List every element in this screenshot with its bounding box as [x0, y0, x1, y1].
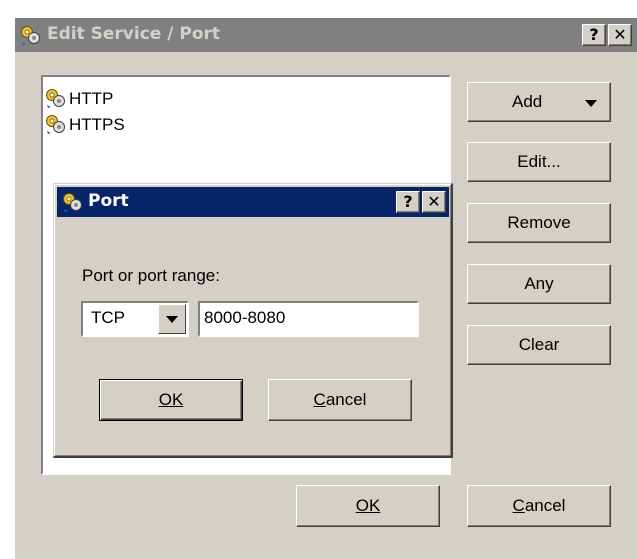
close-icon: ✕ [427, 192, 441, 211]
edit-service-port-window: Edit Service / Port ? ✕ HTTP HTTPS Add E… [15, 18, 637, 559]
port-range-input[interactable]: 8000-8080 [198, 301, 419, 337]
ok-button[interactable]: OK [296, 485, 440, 527]
protocol-dropdown-button[interactable] [158, 304, 186, 334]
port-close-button[interactable]: ✕ [422, 191, 446, 213]
port-dialog-title-bar[interactable]: Port ? ✕ [57, 187, 449, 217]
cancel-button[interactable]: Cancel [467, 485, 611, 527]
remove-button[interactable]: Remove [467, 203, 611, 243]
service-gears-icon [63, 193, 82, 213]
port-help-button[interactable]: ? [396, 191, 420, 213]
port-cancel-button[interactable]: Cancel [268, 379, 412, 421]
port-range-label: Port or port range: [82, 266, 220, 285]
port-dialog-title: Port [88, 191, 129, 211]
protocol-select[interactable]: TCP [81, 301, 189, 337]
chevron-down-icon [585, 100, 597, 107]
title-bar[interactable]: Edit Service / Port ? ✕ [15, 18, 637, 52]
window-title: Edit Service / Port [47, 24, 221, 44]
service-gears-icon [21, 26, 40, 46]
add-button[interactable]: Add [467, 82, 611, 122]
any-button[interactable]: Any [467, 264, 611, 304]
clear-button[interactable]: Clear [467, 325, 611, 365]
list-item-label: HTTPS [69, 115, 125, 134]
help-button[interactable]: ? [582, 24, 606, 46]
edit-button[interactable]: Edit... [467, 142, 611, 182]
service-gears-icon [46, 89, 65, 109]
chevron-down-icon [166, 316, 178, 323]
service-gears-icon [46, 115, 65, 135]
port-ok-button[interactable]: OK [99, 379, 243, 421]
close-icon: ✕ [613, 25, 627, 44]
port-dialog: Port ? ✕ Port or port range: TCP 8000-80… [53, 183, 453, 458]
list-item-label: HTTP [69, 89, 114, 108]
protocol-value: TCP [91, 308, 125, 327]
close-button[interactable]: ✕ [608, 24, 632, 46]
